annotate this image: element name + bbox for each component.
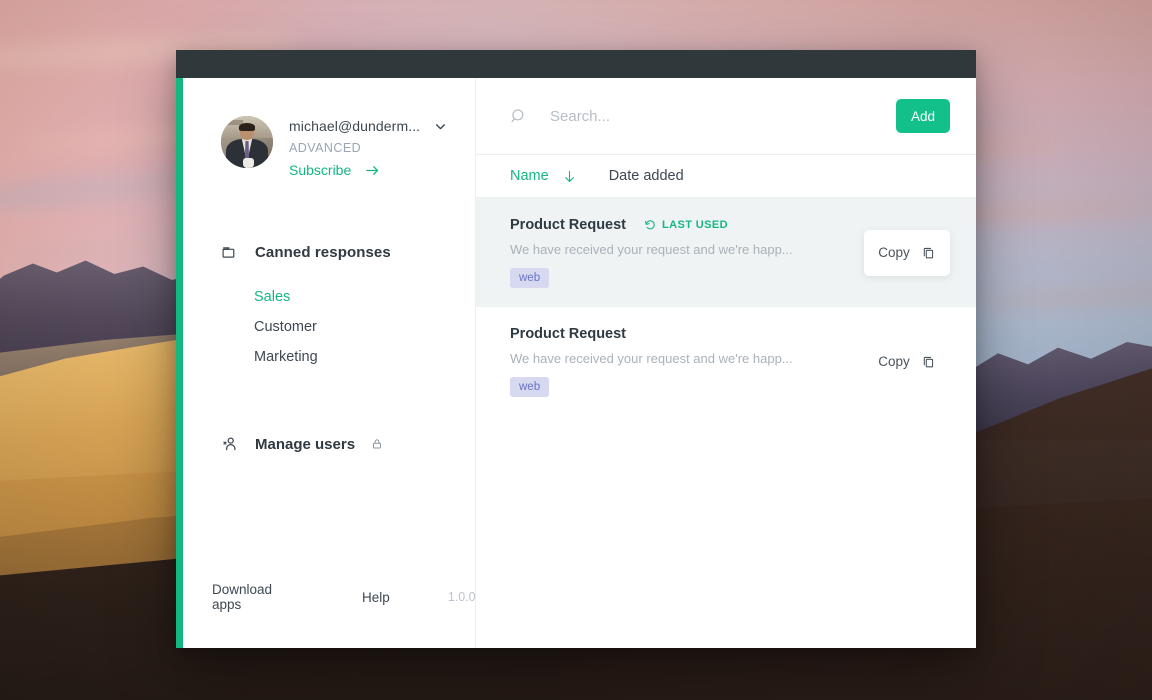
copy-icon	[921, 245, 936, 260]
sidebar-footer: Download apps Help 1.0.0	[183, 582, 476, 648]
sort-by-name[interactable]: Name	[510, 168, 577, 184]
subscribe-link[interactable]: Subscribe	[289, 162, 351, 178]
user-email: michael@dunderm...	[289, 118, 421, 134]
user-meta: michael@dunderm... ADVANCED Subscribe	[289, 116, 447, 178]
canned-responses-label: Canned responses	[255, 243, 391, 261]
lock-icon	[371, 438, 383, 450]
row-snippet: We have received your request and we're …	[510, 242, 793, 257]
search-input[interactable]	[550, 107, 896, 125]
subscribe-row[interactable]: Subscribe	[289, 162, 447, 178]
row-title-line: Product Request LAST USED	[510, 217, 864, 233]
sidebar-item-customer[interactable]: Customer	[183, 312, 475, 342]
copy-button-label: Copy	[878, 354, 910, 369]
window-body: michael@dunderm... ADVANCED Subscribe Ca…	[176, 78, 976, 648]
help-link[interactable]: Help	[362, 590, 390, 605]
status-badge-label: LAST USED	[662, 219, 728, 231]
sidebar-item-manage-users[interactable]: Manage users	[183, 430, 475, 458]
user-email-row[interactable]: michael@dunderm...	[289, 118, 447, 134]
app-version: 1.0.0	[447, 590, 476, 604]
download-apps-link[interactable]: Download apps	[212, 582, 272, 612]
sidebar-nav: Canned responses Sales Customer Marketin…	[183, 238, 475, 372]
manage-users-label: Manage users	[255, 435, 356, 453]
user-plan-label: ADVANCED	[289, 141, 362, 155]
copy-button[interactable]: Copy	[864, 229, 950, 276]
column-header-name: Name	[510, 168, 549, 184]
history-icon	[644, 219, 656, 231]
sidebar-item-sales[interactable]: Sales	[183, 282, 475, 312]
row-content: Product Request We have received your re…	[510, 326, 864, 397]
row-content: Product Request LAST USED We have receiv…	[510, 217, 864, 288]
status-badge: LAST USED	[644, 219, 728, 231]
copy-icon	[921, 354, 936, 369]
users-icon	[221, 435, 241, 453]
copy-button-label: Copy	[878, 245, 910, 260]
row-snippet: We have received your request and we're …	[510, 351, 793, 366]
avatar[interactable]	[221, 116, 273, 168]
window-titlebar[interactable]	[176, 50, 976, 78]
search-icon[interactable]	[510, 107, 528, 125]
row-tag[interactable]: web	[510, 377, 550, 397]
canned-responses-sublist: Sales Customer Marketing	[183, 282, 475, 372]
folder-icon	[221, 244, 241, 261]
row-title: Product Request	[510, 217, 627, 233]
chevron-down-icon[interactable]	[434, 120, 447, 133]
sidebar-item-canned-responses[interactable]: Canned responses	[183, 238, 475, 266]
desktop-wallpaper: michael@dunderm... ADVANCED Subscribe Ca…	[0, 0, 1152, 700]
user-account-block[interactable]: michael@dunderm... ADVANCED Subscribe	[183, 78, 475, 178]
copy-button[interactable]: Copy	[864, 339, 950, 385]
arrow-right-icon	[365, 163, 380, 178]
sidebar-item-marketing[interactable]: Marketing	[183, 342, 475, 372]
list-column-header: Name Date added	[476, 154, 976, 198]
add-button[interactable]: Add	[896, 99, 950, 133]
accent-strip	[176, 78, 183, 648]
toolbar: Add	[476, 78, 976, 154]
table-row[interactable]: Product Request LAST USED We have receiv…	[476, 198, 976, 307]
row-title-line: Product Request	[510, 326, 864, 342]
main-panel: Add Name Date added P	[476, 78, 976, 648]
row-title: Product Request	[510, 326, 627, 342]
response-list: Product Request LAST USED We have receiv…	[476, 198, 976, 648]
sidebar: michael@dunderm... ADVANCED Subscribe Ca…	[183, 78, 476, 648]
table-row[interactable]: Product Request We have received your re…	[476, 307, 976, 416]
arrow-down-icon	[562, 169, 577, 184]
row-tag[interactable]: web	[510, 268, 550, 288]
application-window: michael@dunderm... ADVANCED Subscribe Ca…	[176, 50, 976, 648]
column-header-date-added[interactable]: Date added	[609, 168, 684, 184]
